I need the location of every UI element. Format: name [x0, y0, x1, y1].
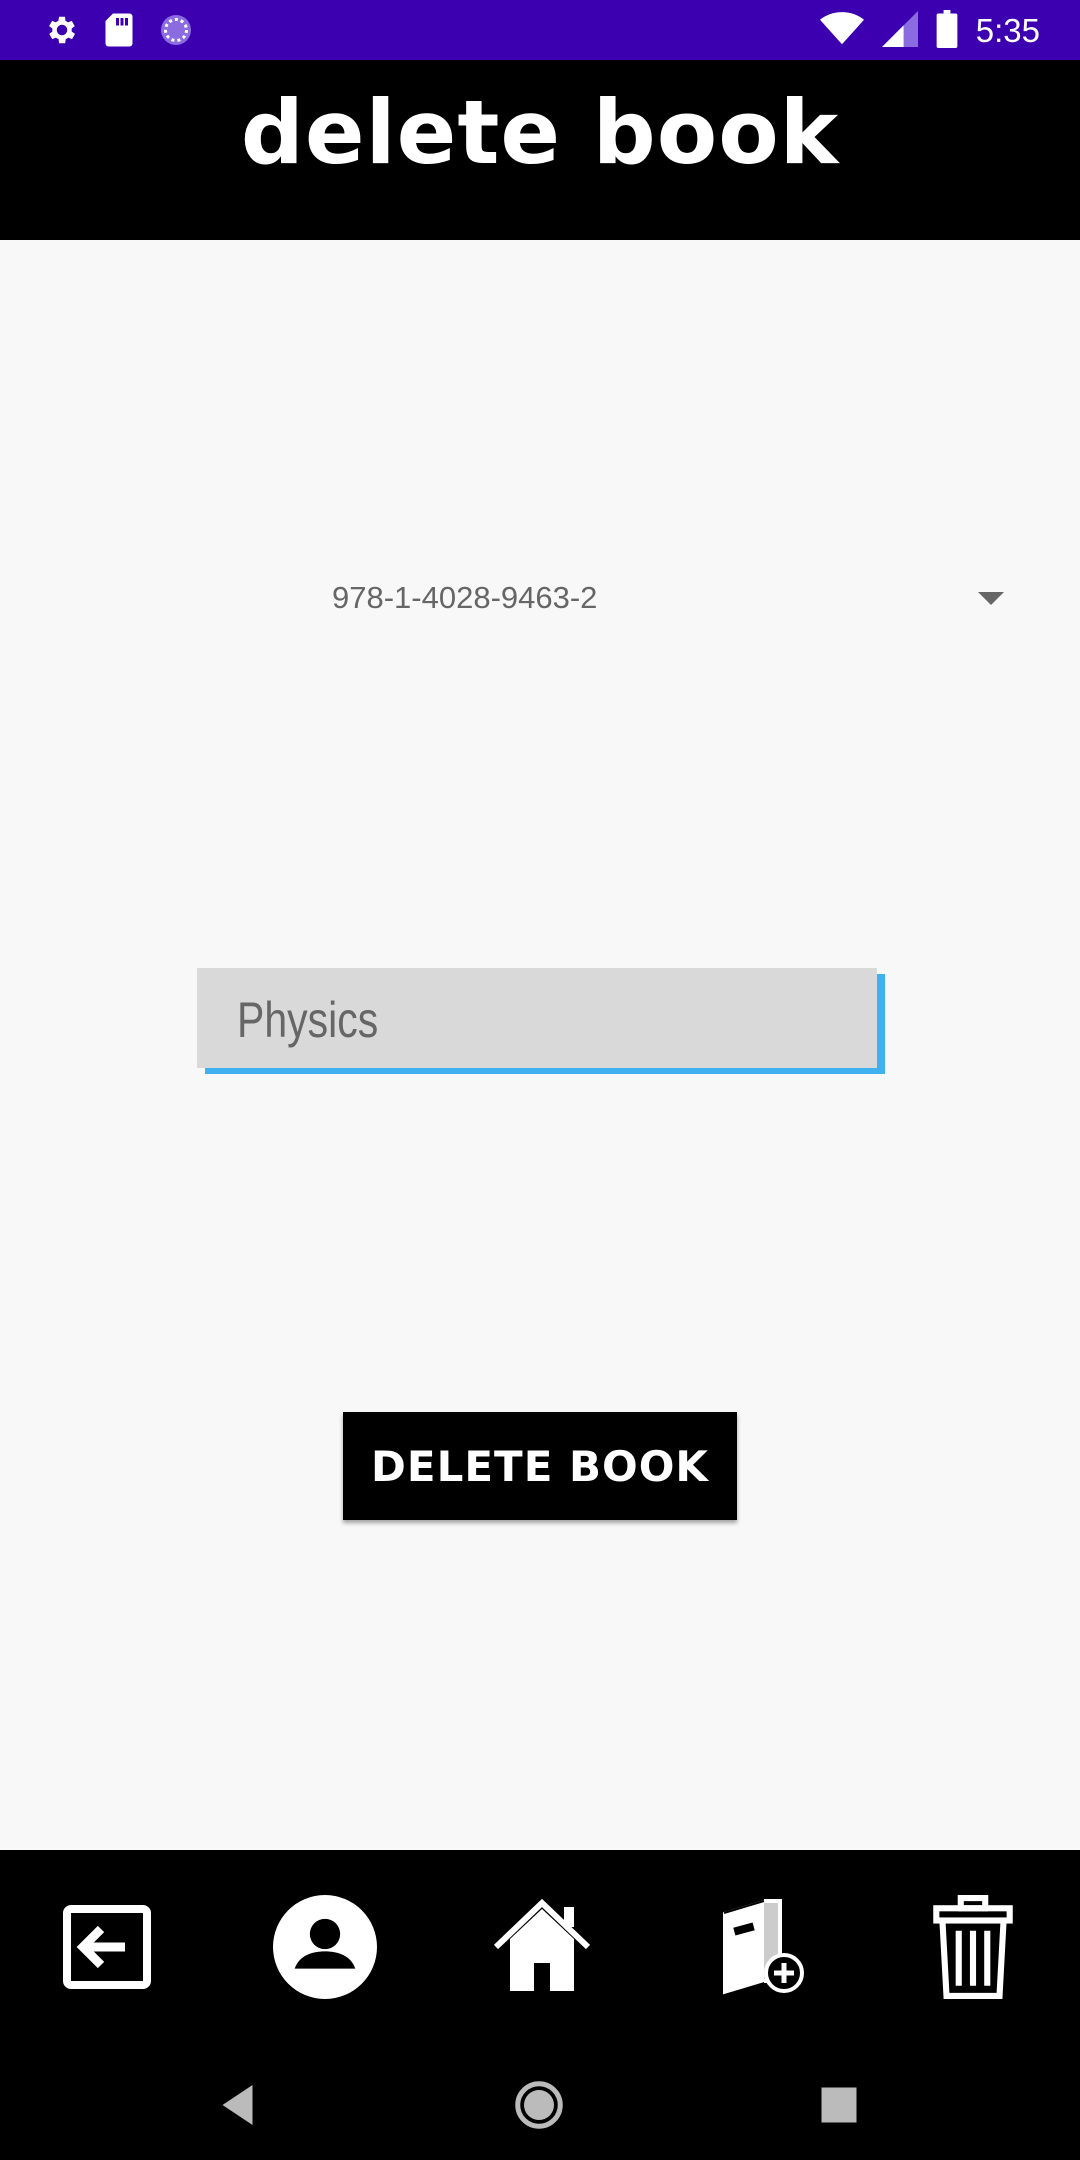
- isbn-dropdown[interactable]: 978-1-4028-9463-2: [320, 570, 1020, 630]
- settings-icon: [44, 12, 80, 52]
- delete-book-button[interactable]: DELETE BOOK: [343, 1412, 737, 1520]
- dropdown-arrow-icon: [978, 592, 1004, 605]
- home-circle-icon[interactable]: [514, 2080, 564, 2130]
- subject-field-value: Physics: [237, 992, 379, 1048]
- wifi-icon: [819, 11, 864, 51]
- trash-icon: [932, 1894, 1014, 2004]
- recents-icon[interactable]: [814, 2080, 864, 2130]
- nav-item-add-book[interactable]: [703, 1894, 813, 2004]
- battery-icon: [936, 10, 958, 52]
- sd-card-icon: [104, 12, 134, 52]
- screen: 5:35 delete book 978-1-4028-9463-2 Physi…: [0, 0, 1080, 2160]
- status-bar: 5:35: [0, 0, 1080, 60]
- nav-item-home[interactable]: [487, 1894, 597, 2004]
- exit-icon: [61, 1899, 157, 1999]
- nav-item-account[interactable]: [270, 1894, 380, 2004]
- nav-item-exit[interactable]: [54, 1894, 164, 2004]
- system-nav-bar: [0, 2040, 1080, 2160]
- status-right-icons: 5:35: [819, 10, 1040, 52]
- home-icon: [492, 1898, 592, 1999]
- add-book-icon: [708, 1897, 808, 2001]
- bottom-nav: [0, 1850, 1080, 2040]
- account-icon: [273, 1895, 377, 2003]
- sync-icon: [158, 12, 194, 52]
- status-left-icons: [44, 12, 194, 52]
- back-icon[interactable]: [215, 2080, 265, 2130]
- page-title: delete book: [240, 81, 840, 184]
- subject-field[interactable]: Physics: [197, 968, 877, 1068]
- title-bar: delete book: [0, 60, 1080, 240]
- isbn-dropdown-value: 978-1-4028-9463-2: [332, 580, 598, 615]
- nav-item-trash[interactable]: [918, 1894, 1028, 2004]
- signal-icon: [881, 11, 918, 51]
- status-time: 5:35: [975, 12, 1040, 49]
